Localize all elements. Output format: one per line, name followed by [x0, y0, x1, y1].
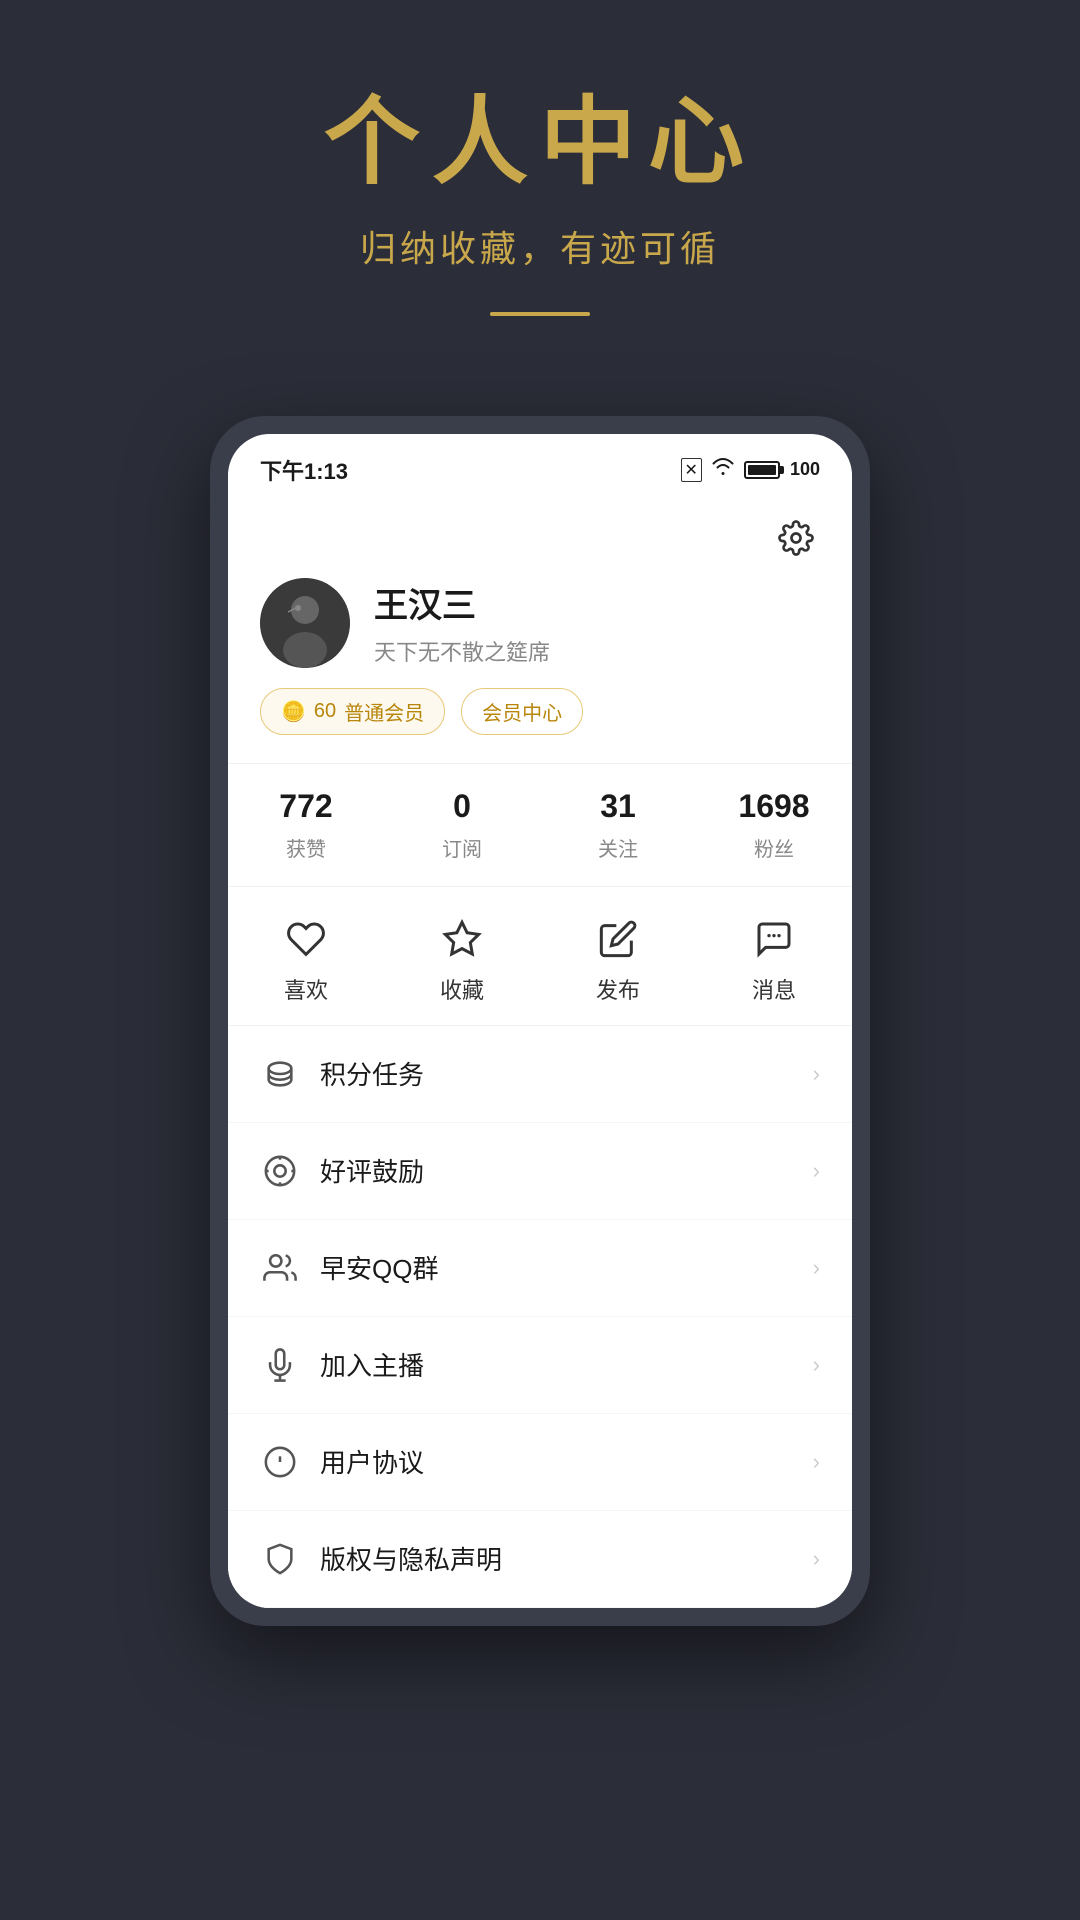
screen-content: 王汉三 天下无不散之筵席 🪙 60 普通会员 会员中心 772: [228, 498, 852, 1608]
menu-item-review-arrow: ›: [813, 1158, 820, 1184]
stat-subscriptions-number: 0: [453, 788, 471, 825]
battery-icon: [744, 461, 780, 479]
member-label: 普通会员: [344, 697, 424, 726]
action-like-label: 喜欢: [284, 973, 328, 1005]
menu-item-review[interactable]: 好评鼓励 ›: [228, 1123, 852, 1220]
phone-screen: 下午1:13 ✕ 100: [228, 434, 852, 1608]
action-collect[interactable]: 收藏: [384, 915, 540, 1005]
badge-member[interactable]: 🪙 60 普通会员: [260, 688, 445, 735]
stat-subscriptions[interactable]: 0 订阅: [384, 788, 540, 862]
x-icon: ✕: [681, 458, 702, 482]
settings-icon[interactable]: [772, 514, 820, 562]
menu-item-review-label: 好评鼓励: [320, 1152, 813, 1189]
points-icon: [260, 1054, 300, 1094]
copyright-icon: [260, 1539, 300, 1579]
collect-icon: [438, 915, 486, 963]
menu-item-copyright-label: 版权与隐私声明: [320, 1540, 813, 1577]
menu-item-broadcaster-label: 加入主播: [320, 1346, 813, 1383]
menu-item-broadcaster[interactable]: 加入主播 ›: [228, 1317, 852, 1414]
stat-likes-number: 772: [279, 788, 332, 825]
profile-badges: 🪙 60 普通会员 会员中心: [260, 688, 820, 735]
profile-name: 王汉三: [374, 578, 550, 627]
menu-item-copyright[interactable]: 版权与隐私声明 ›: [228, 1511, 852, 1608]
profile-text: 王汉三 天下无不散之筵席: [374, 578, 550, 667]
menu-item-qq-group[interactable]: 早安QQ群 ›: [228, 1220, 852, 1317]
action-publish[interactable]: 发布: [540, 915, 696, 1005]
message-icon: [750, 915, 798, 963]
broadcaster-icon: [260, 1345, 300, 1385]
menu-item-agreement-label: 用户协议: [320, 1443, 813, 1480]
battery-percent: 100: [790, 459, 820, 480]
qq-group-icon: [260, 1248, 300, 1288]
stat-fans[interactable]: 1698 粉丝: [696, 788, 852, 862]
profile-section: 王汉三 天下无不散之筵席 🪙 60 普通会员 会员中心: [228, 562, 852, 763]
menu-item-copyright-arrow: ›: [813, 1546, 820, 1572]
wifi-icon: [712, 458, 734, 481]
menu-item-agreement-arrow: ›: [813, 1449, 820, 1475]
action-like[interactable]: 喜欢: [228, 915, 384, 1005]
stat-fans-number: 1698: [738, 788, 809, 825]
status-bar: 下午1:13 ✕ 100: [228, 434, 852, 498]
stat-fans-label: 粉丝: [754, 833, 794, 862]
status-time: 下午1:13: [260, 454, 348, 486]
menu-item-broadcaster-arrow: ›: [813, 1352, 820, 1378]
action-message[interactable]: 消息: [696, 915, 852, 1005]
title-divider: [490, 312, 590, 316]
stat-following-number: 31: [600, 788, 636, 825]
stat-following-label: 关注: [598, 833, 638, 862]
menu-item-qq-group-arrow: ›: [813, 1255, 820, 1281]
menu-item-points-label: 积分任务: [320, 1055, 813, 1092]
publish-icon: [594, 915, 642, 963]
page-subtitle: 归纳收藏，有迹可循: [360, 220, 720, 272]
status-icons: ✕ 100: [681, 458, 820, 482]
menu-item-qq-group-label: 早安QQ群: [320, 1249, 813, 1286]
stat-likes-label: 获赞: [286, 833, 326, 862]
badge-member-center[interactable]: 会员中心: [461, 688, 583, 735]
menu-item-points-arrow: ›: [813, 1061, 820, 1087]
top-bar: [228, 498, 852, 562]
menu-item-agreement[interactable]: 用户协议 ›: [228, 1414, 852, 1511]
menu-item-points[interactable]: 积分任务 ›: [228, 1026, 852, 1123]
page-title: 个人中心: [324, 90, 756, 196]
action-message-label: 消息: [752, 973, 796, 1005]
coin-count: 60: [314, 700, 336, 723]
actions-section: 喜欢 收藏: [228, 887, 852, 1026]
review-icon: [260, 1151, 300, 1191]
action-collect-label: 收藏: [440, 973, 484, 1005]
agreement-icon: [260, 1442, 300, 1482]
action-publish-label: 发布: [596, 973, 640, 1005]
profile-info: 王汉三 天下无不散之筵席: [260, 578, 820, 668]
stat-following[interactable]: 31 关注: [540, 788, 696, 862]
profile-bio: 天下无不散之筵席: [374, 635, 550, 667]
stats-section: 772 获赞 0 订阅 31 关注 1698 粉丝: [228, 763, 852, 887]
stat-subscriptions-label: 订阅: [442, 833, 482, 862]
coin-icon: 🪙: [281, 699, 306, 724]
avatar: [260, 578, 350, 668]
menu-section: 积分任务 › 好评鼓励: [228, 1026, 852, 1608]
phone-mockup: 下午1:13 ✕ 100: [210, 416, 870, 1626]
like-icon: [282, 915, 330, 963]
stat-likes[interactable]: 772 获赞: [228, 788, 384, 862]
